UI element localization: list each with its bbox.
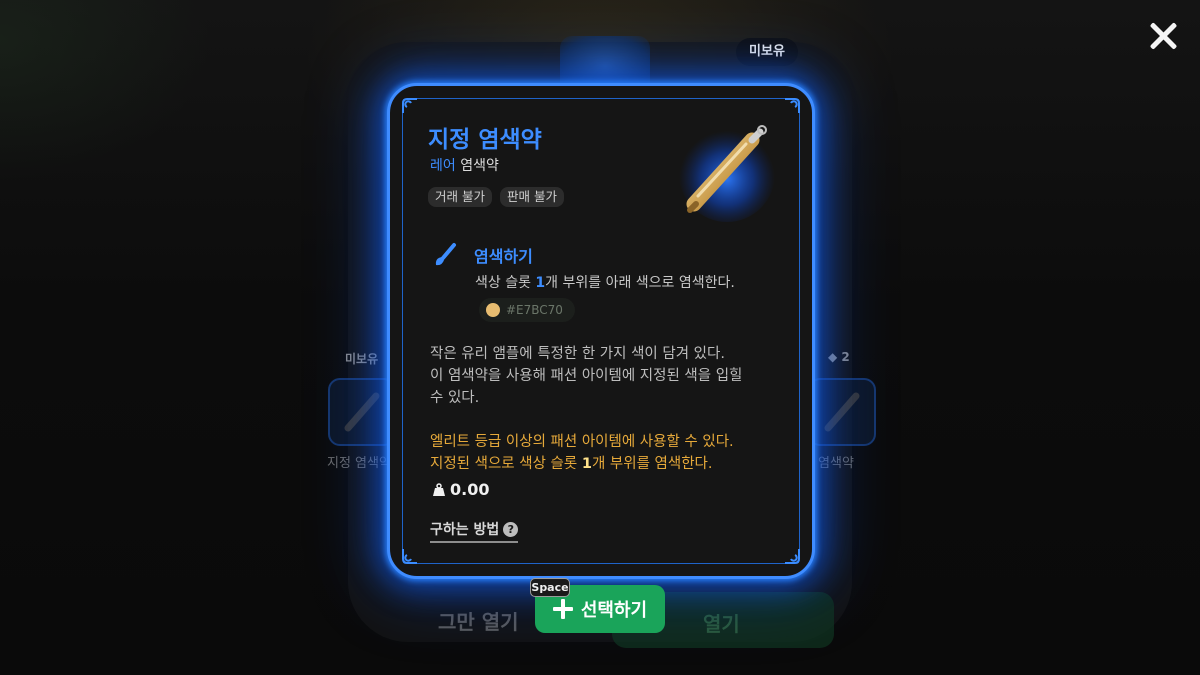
price-value: 0.00 [450,480,490,499]
effect-slot-count: 1 [535,275,546,291]
plus-icon [552,599,573,619]
corner-ornament-icon [402,549,417,564]
dye-vial-icon [679,125,775,222]
effect-description: 색상 슬롯 1개 부위를 아래 색으로 염색한다. [475,272,735,292]
open-button-label: 열기 [703,612,740,636]
usage-line-1: 엘리트 등급 이상의 패션 아이템에 사용할 수 있다. [430,434,734,450]
usage-line-2: 지정된 색으로 색상 슬롯 1개 부위를 염색한다. [430,453,734,475]
effect-desc-text-2: 개 부위를 아래 색으로 염색한다. [545,275,735,291]
brush-icon [435,243,456,266]
usage-line-2-text-2: 개 부위를 염색한다. [591,456,713,472]
corner-ornament-icon [785,549,800,564]
item-type: 레어 염색약 [430,155,499,175]
how-to-obtain-label: 구하는 방법 [430,522,500,538]
usage-slot-count: 1 [581,456,592,472]
item-tags: 거래 불가 판매 불가 [428,187,564,207]
right-slot-count-wrap: ◆ 2 [828,350,850,364]
help-icon: ? [503,521,519,537]
corner-ornament-icon [785,98,800,113]
item-rarity: 레어 [430,158,456,174]
dye-vial-icon [344,392,380,432]
usage-requirement: 엘리트 등급 이상의 패션 아이템에 사용할 수 있다. 지정된 색으로 색상 … [430,431,734,475]
left-slot-status: 미보유 [345,352,379,366]
close-button[interactable] [1148,20,1180,52]
description-line: 수 있다. [430,390,480,406]
item-card: 지정 염색약 레어 염색약 거래 불가 판매 불가 염색하기 색상 슬롯 1개 … [387,83,815,579]
dye-vial-icon [824,392,860,432]
color-hex: #E7BC70 [506,303,563,317]
right-slot-count: 2 [841,350,850,364]
space-hotkey-badge: Space [530,578,570,597]
ownership-badge: 미보유 [736,38,798,66]
right-slot[interactable] [808,378,876,446]
weight-icon [433,482,445,496]
item-category: 염색약 [460,158,499,174]
select-button-label: 선택하기 [580,600,648,621]
stop-opening-button[interactable]: 그만 열기 [438,606,519,635]
color-chip: #E7BC70 [479,298,575,322]
effect-desc-text: 색상 슬롯 [475,275,536,291]
color-swatch [486,303,500,317]
effect-title: 염색하기 [474,247,533,266]
description-line: 이 염색약을 사용해 패션 아이템에 지정된 색을 입힐 [430,368,743,384]
description-line: 작은 유리 앰플에 특정한 한 가지 색이 담겨 있다. [430,346,725,362]
owned-icon: ◆ [828,350,838,364]
corner-ornament-icon [402,98,417,113]
usage-line-2-text: 지정된 색으로 색상 슬롯 [430,456,582,472]
tag-untradable: 거래 불가 [428,187,492,207]
tag-unsellable: 판매 불가 [499,187,564,207]
item-description: 작은 유리 앰플에 특정한 한 가지 색이 담겨 있다. 이 염색약을 사용해 … [430,343,780,409]
price: 0.00 [432,480,489,499]
left-slot-name: 지정 염색약 [327,456,391,471]
left-slot[interactable] [328,378,396,446]
how-to-obtain-link[interactable]: 구하는 방법 ? [430,519,519,543]
item-name: 지정 염색약 [428,127,542,153]
